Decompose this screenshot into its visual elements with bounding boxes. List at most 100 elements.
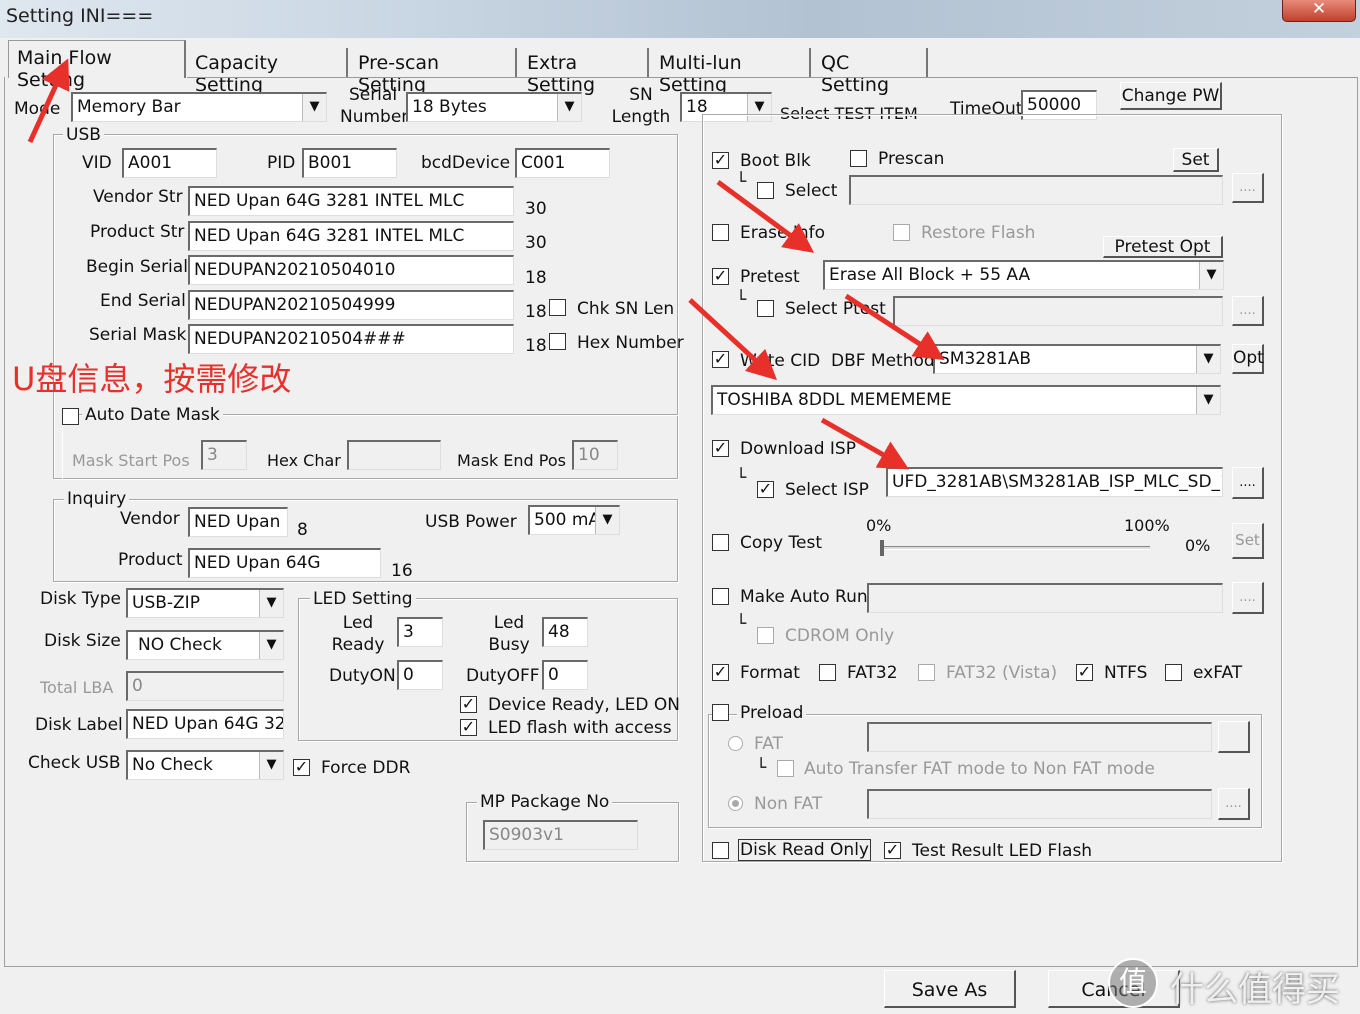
- tab-pre-scan-setting[interactable]: Pre-scan Setting: [350, 48, 517, 96]
- copy-set-button[interactable]: Set: [1232, 523, 1264, 559]
- tab-qc-setting[interactable]: QC Setting: [813, 48, 928, 96]
- fat32-checkbox[interactable]: [819, 664, 836, 681]
- pid-input[interactable]: B001: [302, 148, 397, 178]
- product-str-input[interactable]: NED Upan 64G 3281 INTEL MLC: [188, 221, 514, 251]
- save-as-button[interactable]: Save As: [884, 970, 1016, 1008]
- usb-power-select[interactable]: 500 mA ▼: [528, 505, 620, 535]
- boot-blk-label: Boot Blk: [740, 151, 811, 171]
- device-ready-label: Device Ready, LED ON: [488, 695, 680, 715]
- duty-off-input[interactable]: 0: [542, 660, 588, 690]
- auto-date-mask-checkbox[interactable]: [62, 408, 79, 425]
- force-ddr-checkbox[interactable]: ✓: [293, 759, 310, 776]
- vendor-str-input[interactable]: NED Upan 64G 3281 INTEL MLC: [188, 186, 514, 216]
- duty-on-label: DutyON: [329, 666, 396, 686]
- boot-select-checkbox[interactable]: [757, 182, 774, 199]
- hex-number-checkbox[interactable]: [549, 333, 566, 350]
- dbf-method-select[interactable]: SM3281AB ▼: [933, 344, 1221, 374]
- chevron-down-icon: ▼: [259, 752, 283, 779]
- copy-slider-thumb[interactable]: [880, 540, 884, 556]
- isp-browse-button[interactable]: ....: [1232, 467, 1264, 499]
- tab-capacity-setting[interactable]: Capacity Setting: [187, 48, 348, 96]
- boot-browse-button[interactable]: ....: [1232, 173, 1264, 203]
- bcd-device-input[interactable]: C001: [515, 148, 610, 178]
- mask-end-pos-input[interactable]: 10: [572, 440, 618, 470]
- non-fat-path[interactable]: [867, 789, 1212, 819]
- pretest-select[interactable]: Erase All Block + 55 AA ▼: [823, 260, 1224, 290]
- inquiry-product-label: Product: [118, 550, 183, 570]
- copy-test-checkbox[interactable]: [712, 534, 729, 551]
- auto-run-path[interactable]: [867, 583, 1223, 613]
- make-auto-run-checkbox[interactable]: [712, 588, 729, 605]
- mask-start-pos-input[interactable]: 3: [201, 440, 247, 470]
- serial-number-select[interactable]: 18 Bytes ▼: [406, 92, 582, 122]
- mode-select[interactable]: Memory Bar ▼: [71, 92, 327, 122]
- tab-main-flow-setting[interactable]: Main Flow Setting: [8, 40, 186, 91]
- watermark-text: 什么值得买: [1170, 970, 1340, 1010]
- device-ready-checkbox[interactable]: ✓: [460, 696, 477, 713]
- mode-label: Mode: [14, 99, 61, 119]
- download-isp-checkbox[interactable]: ✓: [712, 440, 729, 457]
- serial-mask-input[interactable]: NEDUPAN20210504###: [188, 324, 514, 354]
- prescan-checkbox[interactable]: [850, 150, 867, 167]
- end-serial-input[interactable]: NEDUPAN20210504999: [188, 290, 514, 320]
- mp-package-input[interactable]: S0903v1: [483, 820, 638, 850]
- cdrom-only-checkbox[interactable]: [757, 627, 774, 644]
- select-ptest-checkbox[interactable]: [757, 300, 774, 317]
- flash-type-select[interactable]: TOSHIBA 8DDL MEMEMEME ▼: [711, 385, 1221, 415]
- led-busy-input[interactable]: 48: [542, 617, 588, 647]
- select-ptest-path[interactable]: [893, 296, 1223, 326]
- non-fat-radio[interactable]: [728, 796, 743, 811]
- hex-char-input[interactable]: [347, 440, 441, 470]
- format-checkbox[interactable]: ✓: [712, 664, 729, 681]
- disk-label-input[interactable]: NED Upan 64G 328: [126, 709, 284, 739]
- ntfs-checkbox[interactable]: ✓: [1076, 664, 1093, 681]
- duty-on-input[interactable]: 0: [397, 660, 443, 690]
- fat-browse-button[interactable]: [1218, 721, 1250, 753]
- restore-flash-checkbox[interactable]: [893, 224, 910, 241]
- inquiry-group-label: Inquiry: [64, 489, 130, 509]
- disk-type-select[interactable]: USB-ZIP ▼: [126, 588, 284, 618]
- preload-checkbox[interactable]: [712, 704, 729, 721]
- non-fat-browse-button[interactable]: ....: [1218, 788, 1250, 820]
- pretest-checkbox[interactable]: ✓: [712, 268, 729, 285]
- disk-size-select[interactable]: NO Check ▼: [126, 630, 284, 660]
- led-flash-checkbox[interactable]: ✓: [460, 719, 477, 736]
- disk-read-only-checkbox[interactable]: [712, 842, 729, 859]
- inquiry-product-input[interactable]: NED Upan 64G: [188, 548, 381, 578]
- write-cid-checkbox[interactable]: ✓: [712, 351, 729, 368]
- auto-run-browse-button[interactable]: ....: [1232, 582, 1264, 614]
- exfat-checkbox[interactable]: [1165, 664, 1182, 681]
- inquiry-vendor-input[interactable]: NED Upan: [188, 507, 288, 537]
- total-lba-input[interactable]: 0: [126, 671, 284, 701]
- auto-date-mask-label: Auto Date Mask: [82, 405, 223, 425]
- boot-select-path[interactable]: [849, 175, 1223, 205]
- disk-size-label: Disk Size: [44, 631, 121, 651]
- fat-radio[interactable]: [728, 736, 743, 751]
- check-usb-select[interactable]: No Check ▼: [126, 750, 284, 780]
- chk-sn-len-checkbox[interactable]: [549, 299, 566, 316]
- fat32-vista-checkbox[interactable]: [918, 664, 935, 681]
- tab-extra-setting[interactable]: Extra Setting: [519, 48, 649, 96]
- vid-input[interactable]: A001: [122, 148, 217, 178]
- boot-blk-checkbox[interactable]: ✓: [712, 152, 729, 169]
- led-ready-input[interactable]: 3: [397, 617, 443, 647]
- select-isp-checkbox[interactable]: ✓: [757, 481, 774, 498]
- fat-path[interactable]: [867, 722, 1212, 752]
- ptest-browse-button[interactable]: ....: [1232, 296, 1264, 326]
- serial-mask-length: 18: [525, 336, 547, 356]
- dbf-opt-button[interactable]: Opt: [1232, 344, 1264, 374]
- change-pw-button[interactable]: Change PW: [1120, 82, 1222, 110]
- isp-path-input[interactable]: UFD_3281AB\SM3281AB_ISP_MLC_SD_1: [886, 467, 1223, 497]
- copy-slider-track[interactable]: [880, 546, 1150, 550]
- begin-serial-input[interactable]: NEDUPAN20210504010: [188, 255, 514, 285]
- auto-transfer-checkbox[interactable]: [777, 760, 794, 777]
- chevron-down-icon: ▼: [1199, 262, 1223, 289]
- serial-mask-label: Serial Mask: [89, 325, 187, 345]
- erase-info-checkbox[interactable]: [712, 224, 729, 241]
- sn-length-label: SN Length: [611, 85, 671, 127]
- prescan-set-button[interactable]: Set: [1173, 148, 1219, 172]
- pretest-opt-button[interactable]: Pretest Opt: [1103, 236, 1223, 258]
- close-button[interactable]: ✕: [1282, 0, 1356, 22]
- tab-multi-lun-setting[interactable]: Multi-lun Setting: [651, 48, 811, 96]
- test-result-led-checkbox[interactable]: ✓: [884, 842, 901, 859]
